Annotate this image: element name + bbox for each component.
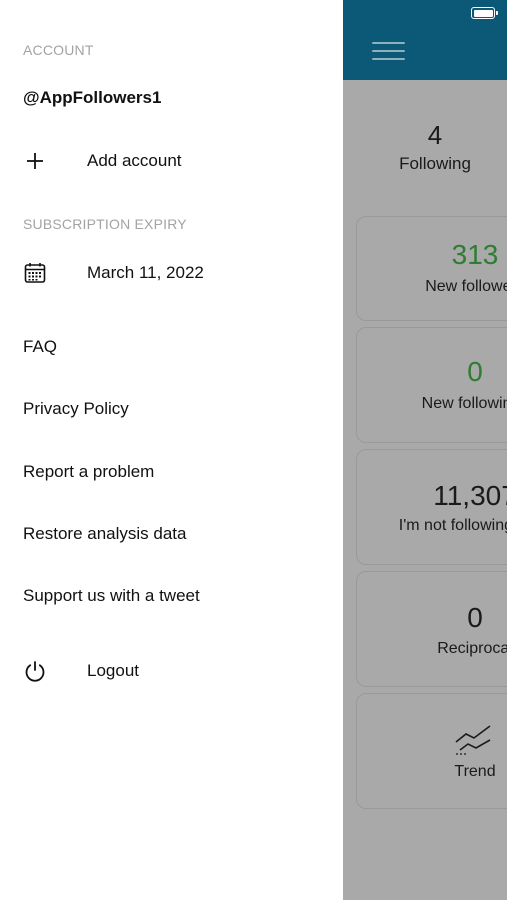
support-tweet-item[interactable]: Support us with a tweet xyxy=(0,576,343,616)
logout-item[interactable]: Logout xyxy=(0,651,343,691)
account-username[interactable]: @AppFollowers1 xyxy=(23,88,161,108)
trend-label: Trend xyxy=(454,763,496,780)
hamburger-menu-icon[interactable] xyxy=(372,40,406,64)
reciprocal-count: 0 xyxy=(467,602,483,633)
restore-data-item[interactable]: Restore analysis data xyxy=(0,514,343,554)
not-following-back-card[interactable]: 11,307 I'm not following back xyxy=(356,449,507,565)
new-followers-count: 313 xyxy=(451,239,499,270)
logout-label: Logout xyxy=(87,661,139,680)
following-count: 4 xyxy=(427,120,443,150)
add-account-item[interactable]: Add account xyxy=(0,141,343,181)
new-followings-count: 0 xyxy=(467,356,483,387)
following-stat[interactable]: 4 Following xyxy=(372,118,498,176)
reciprocal-label: Reciprocal xyxy=(437,640,507,657)
calendar-icon xyxy=(24,263,46,283)
report-problem-label: Report a problem xyxy=(23,462,155,481)
add-account-label: Add account xyxy=(87,151,182,170)
reciprocal-card[interactable]: 0 Reciprocal xyxy=(356,571,507,687)
new-followers-card[interactable]: 313 New followers xyxy=(356,216,507,321)
privacy-policy-label: Privacy Policy xyxy=(23,399,129,418)
trend-card[interactable]: Trend xyxy=(356,693,507,809)
battery-icon xyxy=(471,7,498,19)
expiry-date: March 11, 2022 xyxy=(87,263,204,282)
faq-label: FAQ xyxy=(23,337,58,356)
new-followers-label: New followers xyxy=(425,278,507,295)
new-followings-card[interactable]: 0 New followings xyxy=(356,327,507,443)
account-section-label: ACCOUNT xyxy=(23,42,94,58)
trend-icon xyxy=(455,725,491,755)
subscription-expiry-item: March 11, 2022 xyxy=(0,253,343,293)
restore-data-label: Restore analysis data xyxy=(23,524,187,543)
not-following-back-label: I'm not following back xyxy=(398,517,507,534)
subscription-section-label: SUBSCRIPTION EXPIRY xyxy=(23,216,187,232)
power-icon xyxy=(25,661,45,682)
new-followings-label: New followings xyxy=(421,395,507,412)
privacy-policy-item[interactable]: Privacy Policy xyxy=(0,389,343,429)
report-problem-item[interactable]: Report a problem xyxy=(0,452,343,492)
following-label: Following xyxy=(399,154,471,173)
navigation-drawer: ACCOUNT @AppFollowers1 Add account SUBSC… xyxy=(0,0,343,900)
plus-icon xyxy=(27,153,43,169)
not-following-back-count: 11,307 xyxy=(433,480,507,511)
support-tweet-label: Support us with a tweet xyxy=(23,586,200,605)
faq-item[interactable]: FAQ xyxy=(0,327,343,367)
